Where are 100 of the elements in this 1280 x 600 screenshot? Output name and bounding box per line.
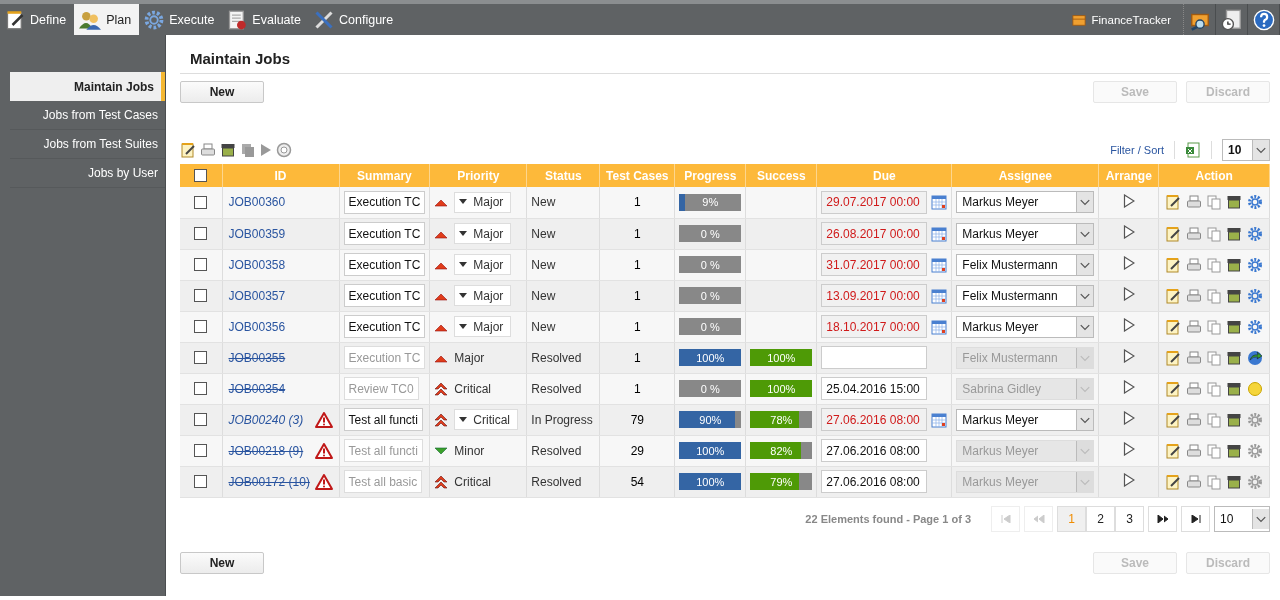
- row-checkbox[interactable]: [194, 444, 208, 457]
- calendar-icon[interactable]: [931, 411, 948, 428]
- page-button[interactable]: 2: [1086, 505, 1115, 532]
- archive-icon[interactable]: [1226, 256, 1243, 273]
- priority-select[interactable]: Major: [454, 285, 512, 306]
- assignee-select[interactable]: Felix Mustermann: [956, 253, 1095, 276]
- play-icon[interactable]: [1122, 225, 1135, 239]
- play-icon[interactable]: [1122, 411, 1135, 425]
- page-button[interactable]: 3: [1115, 505, 1144, 532]
- due-date-field[interactable]: 27.06.2016 08:00: [821, 470, 928, 493]
- archive-icon[interactable]: [1226, 287, 1243, 304]
- play-icon[interactable]: [1122, 256, 1135, 270]
- summary-field[interactable]: Execution TC: [343, 190, 426, 214]
- nav-tab[interactable]: Define: [0, 4, 75, 35]
- due-date-field[interactable]: [821, 346, 928, 369]
- sidebar-item[interactable]: Maintain Jobs: [10, 72, 165, 101]
- summary-field[interactable]: Test all functi: [343, 408, 423, 431]
- play-icon[interactable]: [1122, 287, 1135, 301]
- job-link[interactable]: JOB00359: [228, 226, 286, 241]
- archive-icon[interactable]: [1226, 349, 1243, 366]
- row-checkbox[interactable]: [194, 195, 208, 209]
- assignee-select[interactable]: Felix Mustermann: [956, 284, 1095, 307]
- calendar-icon[interactable]: [931, 256, 948, 273]
- summary-field[interactable]: Execution TC: [343, 253, 426, 276]
- page-size-select[interactable]: 10: [1222, 139, 1270, 161]
- settings-icon[interactable]: [1246, 194, 1263, 211]
- archive-icon[interactable]: [1226, 225, 1243, 242]
- calendar-icon[interactable]: [931, 194, 948, 211]
- calendar-icon[interactable]: [931, 287, 948, 304]
- edit-icon[interactable]: [1165, 442, 1182, 459]
- play-icon[interactable]: [1122, 442, 1135, 456]
- calendar-icon[interactable]: [931, 318, 948, 335]
- settings-icon[interactable]: [1246, 256, 1263, 273]
- assignee-select[interactable]: Markus Meyer: [956, 222, 1095, 245]
- page-size-select[interactable]: 10: [1214, 505, 1270, 532]
- row-checkbox[interactable]: [194, 351, 208, 364]
- edit-icon[interactable]: [1165, 380, 1182, 397]
- edit-icon[interactable]: [1165, 318, 1182, 335]
- nav-tab[interactable]: Plan: [74, 4, 140, 35]
- row-checkbox[interactable]: [194, 475, 208, 488]
- due-date-field[interactable]: 31.07.2017 00:00: [821, 253, 928, 276]
- row-checkbox[interactable]: [194, 258, 208, 271]
- next-page-button[interactable]: [1148, 505, 1177, 532]
- ring-icon[interactable]: [276, 142, 292, 158]
- summary-field[interactable]: Execution TC: [343, 284, 426, 307]
- nav-tab[interactable]: Configure: [309, 4, 402, 35]
- summary-field[interactable]: Execution TC: [343, 315, 426, 338]
- archive-icon[interactable]: [1226, 473, 1243, 490]
- play-icon[interactable]: [1122, 473, 1135, 487]
- play-icon[interactable]: [1122, 349, 1135, 363]
- archive-icon[interactable]: [1226, 194, 1243, 211]
- priority-select[interactable]: Critical: [454, 409, 518, 430]
- due-date-field[interactable]: 18.10.2017 00:00: [821, 315, 928, 338]
- due-date-field[interactable]: 13.09.2017 00:00: [821, 284, 928, 307]
- archive-icon[interactable]: [1226, 380, 1243, 397]
- sidebar-item[interactable]: Jobs from Test Suites: [10, 130, 165, 159]
- priority-select[interactable]: Major: [454, 316, 512, 337]
- edit-icon[interactable]: [1165, 287, 1182, 304]
- nav-tab[interactable]: Execute: [139, 4, 223, 35]
- row-checkbox[interactable]: [194, 413, 208, 426]
- new-button[interactable]: New: [180, 551, 264, 574]
- job-link[interactable]: JOB00172 (10): [228, 474, 310, 489]
- edit-icon[interactable]: [1165, 473, 1182, 490]
- play-icon[interactable]: [1122, 318, 1135, 332]
- edit-icon[interactable]: [180, 142, 196, 158]
- archive-icon[interactable]: [220, 142, 236, 158]
- sidebar-item[interactable]: Jobs by User: [10, 159, 165, 188]
- edit-icon[interactable]: [1165, 411, 1182, 428]
- job-link[interactable]: JOB00355: [228, 350, 286, 365]
- reopen-icon[interactable]: [1246, 349, 1263, 366]
- due-date-field[interactable]: 27.06.2016 08:00: [821, 408, 928, 431]
- archive-icon[interactable]: [1226, 318, 1243, 335]
- settings-icon[interactable]: [1246, 225, 1263, 242]
- due-date-field[interactable]: 25.04.2016 15:00: [821, 377, 928, 400]
- edit-icon[interactable]: [1165, 194, 1182, 211]
- due-date-field[interactable]: 27.06.2016 08:00: [821, 439, 928, 462]
- calendar-icon[interactable]: [931, 225, 948, 242]
- job-link[interactable]: JOB00354: [228, 381, 286, 396]
- assignee-select[interactable]: Markus Meyer: [956, 408, 1095, 431]
- row-checkbox[interactable]: [194, 289, 208, 302]
- job-link[interactable]: JOB00218 (9): [228, 443, 304, 458]
- priority-select[interactable]: Major: [454, 223, 512, 244]
- row-checkbox[interactable]: [194, 320, 208, 333]
- job-link[interactable]: JOB00360: [228, 195, 286, 210]
- edit-icon[interactable]: [1165, 225, 1182, 242]
- archive-icon[interactable]: [1226, 442, 1243, 459]
- assignee-select[interactable]: Markus Meyer: [956, 191, 1095, 214]
- archive-icon[interactable]: [1226, 411, 1243, 428]
- spreadsheet-icon[interactable]: [1185, 142, 1201, 158]
- priority-select[interactable]: Major: [454, 191, 512, 213]
- new-button[interactable]: New: [180, 81, 264, 103]
- job-link[interactable]: JOB00357: [228, 288, 286, 303]
- due-date-field[interactable]: 29.07.2017 00:00: [821, 190, 928, 214]
- edit-icon[interactable]: [1165, 349, 1182, 366]
- settings-icon[interactable]: [1246, 318, 1263, 335]
- job-link[interactable]: JOB00356: [228, 319, 286, 334]
- priority-select[interactable]: Major: [454, 254, 512, 275]
- project-selector[interactable]: FinanceTracker: [1059, 4, 1184, 35]
- play-icon[interactable]: [1122, 380, 1135, 394]
- row-checkbox[interactable]: [194, 227, 208, 240]
